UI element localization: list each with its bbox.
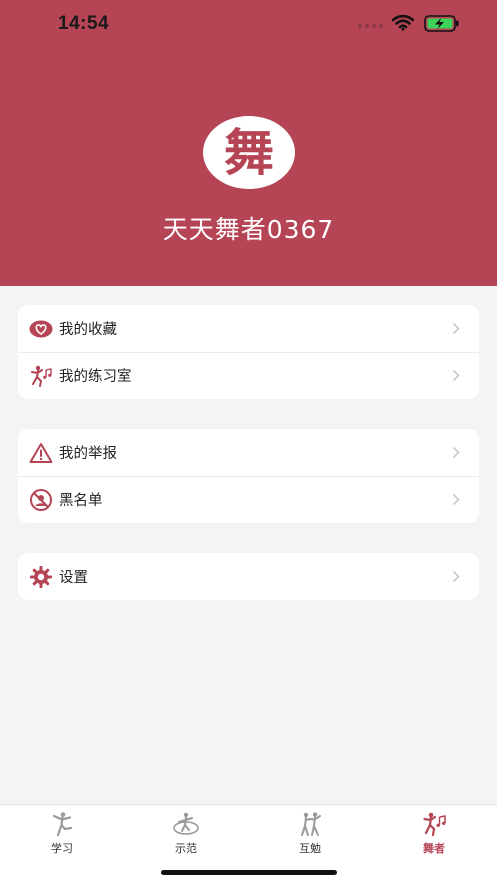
chevron-right-icon [452, 322, 460, 335]
blocked-user-icon [30, 488, 52, 511]
gear-icon [30, 565, 52, 588]
menu-item-favorites[interactable]: 我的收藏 [18, 305, 479, 352]
profile-header: 14:54 舞 天天舞者0367 [0, 0, 497, 286]
partner-dance-icon [301, 812, 321, 836]
dancer-music-icon [31, 365, 52, 387]
menu-item-settings[interactable]: 设置 [18, 553, 479, 600]
tab-demo[interactable]: 示范 [124, 805, 248, 857]
tab-label: 舞者 [423, 842, 445, 855]
username: 天天舞者0367 [162, 215, 335, 244]
cellular-signal-icon [358, 24, 383, 28]
menu-item-label: 我的举报 [59, 446, 117, 462]
status-bar: 14:54 [0, 0, 497, 48]
chevron-right-icon [452, 570, 460, 583]
battery-charging-icon [424, 15, 459, 32]
dancer-music-icon [423, 812, 446, 837]
heart-icon [29, 320, 53, 337]
chevron-right-icon [452, 369, 460, 382]
avatar[interactable]: 舞 [203, 116, 295, 189]
tab-label: 学习 [51, 842, 73, 855]
wifi-icon [392, 15, 414, 31]
tab-learn[interactable]: 学习 [0, 805, 124, 857]
warning-icon [29, 442, 53, 463]
menu-card-settings: 设置 [18, 553, 479, 600]
menu-item-practice-room[interactable]: 我的练习室 [18, 352, 479, 399]
menu-item-label: 我的收藏 [59, 322, 117, 338]
menu-card-reports: 我的举报 黑名单 [18, 429, 479, 523]
chevron-right-icon [452, 446, 460, 459]
avatar-glyph: 舞 [224, 123, 274, 182]
menu-card-collections: 我的收藏 我的练习室 [18, 305, 479, 399]
spinning-dancer-icon [173, 812, 199, 835]
tab-label: 示范 [175, 842, 197, 855]
status-time: 14:54 [58, 13, 110, 34]
tab-dancer[interactable]: 舞者 [372, 805, 496, 857]
menu-item-my-reports[interactable]: 我的举报 [18, 429, 479, 476]
menu-item-label: 我的练习室 [59, 369, 132, 385]
menu-item-blacklist[interactable]: 黑名单 [18, 476, 479, 523]
menu-item-label: 黑名单 [59, 493, 103, 509]
tab-label: 互勉 [299, 842, 321, 855]
home-indicator [161, 870, 337, 875]
chevron-right-icon [452, 493, 460, 506]
menu-item-label: 设置 [59, 570, 88, 586]
tab-encourage[interactable]: 互勉 [248, 805, 372, 857]
ballet-dancer-icon [52, 812, 73, 837]
